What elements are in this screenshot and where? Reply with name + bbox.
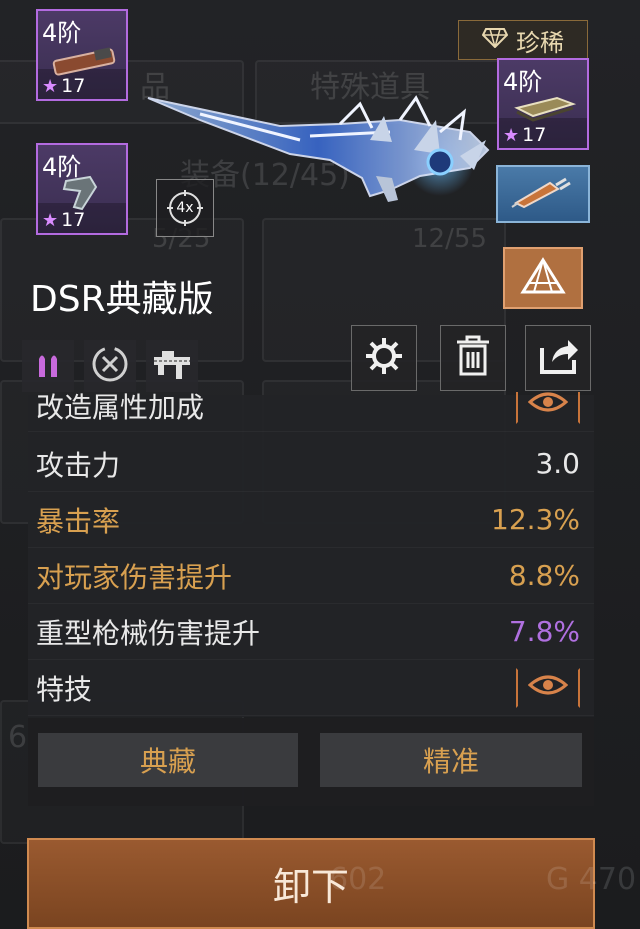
triangle-logo-icon [520, 257, 566, 299]
rarity-label: 珍稀 [516, 28, 564, 57]
slot-level: ★ 17 [42, 75, 85, 97]
skill-tag[interactable]: 典藏 [38, 733, 298, 787]
syringe-icon [510, 175, 576, 213]
weapon-name: DSR典藏版 [30, 279, 214, 320]
skill-tag-label: 典藏 [139, 745, 196, 778]
stats-header-row: 改造属性加成 [28, 392, 594, 432]
skills-label: 特技 [36, 672, 93, 706]
eye-icon [527, 392, 569, 421]
stats-header-eye-button[interactable] [516, 392, 580, 424]
background-card2-count: 12/55 [412, 224, 487, 254]
stat-value: 8.8% [508, 559, 580, 592]
bullets-icon [33, 349, 63, 383]
scope-button[interactable]: 4x [156, 179, 214, 237]
stat-row: 攻击力 3.0 [28, 436, 594, 492]
settings-gear-icon [362, 334, 406, 382]
diamond-icon [481, 28, 509, 52]
delete-button[interactable] [440, 325, 506, 391]
scope-icon: 4x [165, 188, 205, 228]
skill-tag[interactable]: 精准 [320, 733, 582, 787]
stat-row: 重型枪械伤害提升 7.8% [28, 604, 594, 660]
unequip-label: 卸下 [272, 865, 349, 909]
share-button[interactable] [525, 325, 591, 391]
reload-x-icon [89, 343, 131, 389]
attachment-slot-syringe[interactable] [496, 165, 590, 223]
slot-level: ★ 17 [503, 124, 546, 146]
star-icon: ★ [42, 75, 59, 97]
magazine-icon [513, 90, 577, 126]
attachment-slot-grip[interactable]: 4阶 ★ 17 [36, 143, 128, 235]
trash-icon [453, 334, 493, 382]
attachment-slot-magazine[interactable]: 4阶 ★ 17 [497, 58, 589, 150]
slot-level-value: 17 [522, 124, 547, 146]
stat-value: 3.0 [535, 447, 580, 480]
slot-level-value: 17 [61, 209, 86, 231]
stat-label: 对玩家伤害提升 [36, 560, 233, 594]
stat-value: 12.3% [491, 503, 580, 536]
stat-label: 暴击率 [36, 504, 121, 538]
slot-level: ★ 17 [42, 209, 85, 231]
stat-row: 对玩家伤害提升 8.8% [28, 548, 594, 604]
stat-label: 重型枪械伤害提升 [36, 616, 261, 650]
fire-mode-attribute[interactable] [84, 340, 136, 392]
slot-tier: 4阶 [42, 19, 82, 47]
share-icon [536, 334, 580, 382]
settings-button[interactable] [351, 325, 417, 391]
stat-label: 攻击力 [36, 448, 121, 482]
skill-tag-label: 精准 [422, 745, 479, 778]
rifle-icon [150, 347, 194, 385]
skills-header-row: 特技 [28, 660, 594, 716]
star-icon: ★ [42, 209, 59, 231]
background-bottom-left: 6 [8, 720, 28, 755]
slot-level-value: 17 [61, 75, 86, 97]
sight-attribute[interactable] [146, 340, 198, 392]
ammo-attribute[interactable] [22, 340, 74, 392]
attachment-slot-stock[interactable]: 4阶 ★ 17 [36, 9, 128, 101]
stat-row: 暴击率 12.3% [28, 492, 594, 548]
skin-button[interactable] [503, 247, 583, 309]
eye-icon [527, 671, 569, 704]
stats-header: 改造属性加成 [36, 392, 205, 424]
stat-value: 7.8% [508, 615, 580, 648]
scope-label: 4x [176, 200, 194, 216]
unequip-button[interactable]: 602 卸下 [27, 838, 595, 929]
rarity-badge: 珍稀 [458, 20, 588, 60]
background-bottom-right: G 470 [546, 862, 637, 897]
star-icon: ★ [503, 124, 520, 146]
skills-eye-button[interactable] [516, 667, 580, 708]
